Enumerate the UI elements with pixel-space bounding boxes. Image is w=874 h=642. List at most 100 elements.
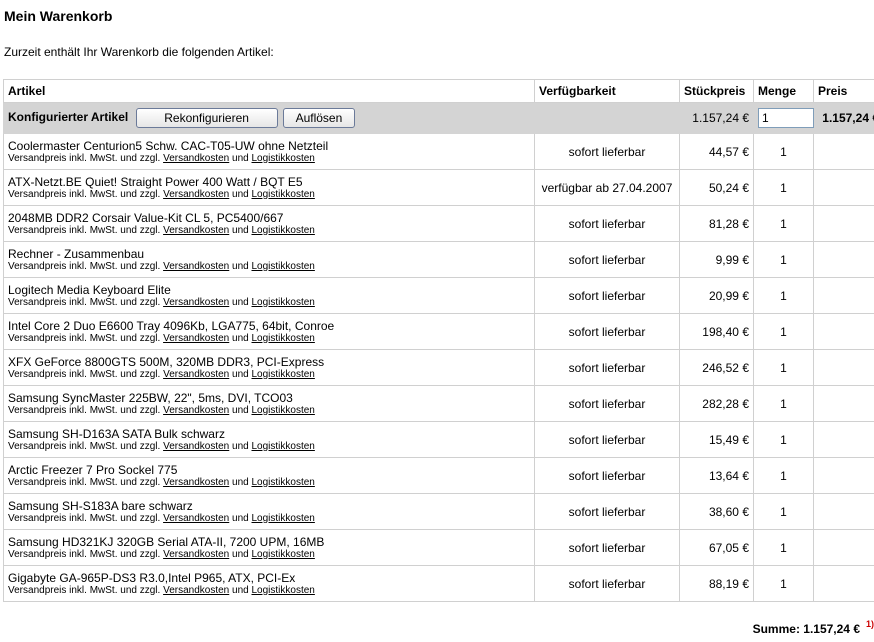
item-name: Samsung SH-S183A bare schwarz xyxy=(8,498,193,513)
logistics-costs-link[interactable]: Logistikkosten xyxy=(252,153,315,164)
note-and: und xyxy=(232,404,249,416)
item-name: Intel Core 2 Duo E6600 Tray 4096Kb, LGA7… xyxy=(8,318,335,333)
logistics-costs-link[interactable]: Logistikkosten xyxy=(252,297,315,308)
item-cell: Coolermaster Centurion5 Schw. CAC-T05-UW… xyxy=(3,133,535,170)
item-cell: Rechner - Zusammenbau Versandpreis inkl. … xyxy=(3,241,535,278)
item-name: Rechner - Zusammenbau xyxy=(8,246,145,261)
item-note: Versandpreis inkl. MwSt. und zzgl. Versa… xyxy=(8,153,530,165)
shipping-costs-link[interactable]: Versandkosten xyxy=(163,585,229,596)
item-availability: sofort lieferbar xyxy=(534,277,680,314)
item-unit-price: 20,99 € xyxy=(679,277,754,314)
header-quantity: Menge xyxy=(753,79,814,103)
shipping-costs-link[interactable]: Versandkosten xyxy=(163,369,229,380)
note-prefix: Versandpreis inkl. MwSt. und zzgl. xyxy=(8,260,161,272)
item-note: Versandpreis inkl. MwSt. und zzgl. Versa… xyxy=(8,513,530,525)
footnote-marker[interactable]: 1) xyxy=(866,619,874,629)
item-note: Versandpreis inkl. MwSt. und zzgl. Versa… xyxy=(8,405,530,417)
item-price xyxy=(813,313,874,350)
item-price xyxy=(813,205,874,242)
item-cell: 2048MB DDR2 Corsair Value-Kit CL 5, PC54… xyxy=(3,205,535,242)
header-unit-price: Stückpreis xyxy=(679,79,754,103)
quantity-input[interactable] xyxy=(758,108,814,128)
configured-quantity-cell xyxy=(753,102,814,134)
logistics-costs-link[interactable]: Logistikkosten xyxy=(252,513,315,524)
item-price xyxy=(813,457,874,494)
item-price xyxy=(813,421,874,458)
table-row: ATX-Netzt.BE Quiet! Straight Power 400 W… xyxy=(3,169,874,206)
note-and: und xyxy=(232,584,249,596)
logistics-costs-link[interactable]: Logistikkosten xyxy=(252,333,315,344)
item-unit-price: 38,60 € xyxy=(679,493,754,530)
logistics-costs-link[interactable]: Logistikkosten xyxy=(252,405,315,416)
configured-availability xyxy=(534,102,680,134)
logistics-costs-link[interactable]: Logistikkosten xyxy=(252,225,315,236)
shipping-costs-link[interactable]: Versandkosten xyxy=(163,441,229,452)
shipping-costs-link[interactable]: Versandkosten xyxy=(163,261,229,272)
page-title: Mein Warenkorb xyxy=(4,8,113,24)
item-quantity: 1 xyxy=(753,313,814,350)
reconfigure-button[interactable]: Rekonfigurieren xyxy=(135,108,278,128)
note-prefix: Versandpreis inkl. MwSt. und zzgl. xyxy=(8,440,161,452)
table-row: 2048MB DDR2 Corsair Value-Kit CL 5, PC54… xyxy=(3,205,874,242)
note-and: und xyxy=(232,260,249,272)
shipping-costs-link[interactable]: Versandkosten xyxy=(163,477,229,488)
logistics-costs-link[interactable]: Logistikkosten xyxy=(252,549,315,560)
item-unit-price: 13,64 € xyxy=(679,457,754,494)
shipping-costs-link[interactable]: Versandkosten xyxy=(163,549,229,560)
item-cell: Arctic Freezer 7 Pro Sockel 775 Versandpr… xyxy=(3,457,535,494)
item-availability: sofort lieferbar xyxy=(534,385,680,422)
note-and: und xyxy=(232,296,249,308)
item-price xyxy=(813,493,874,530)
logistics-costs-link[interactable]: Logistikkosten xyxy=(252,477,315,488)
note-and: und xyxy=(232,188,249,200)
item-name: Arctic Freezer 7 Pro Sockel 775 xyxy=(8,462,178,477)
logistics-costs-link[interactable]: Logistikkosten xyxy=(252,441,315,452)
shipping-costs-link[interactable]: Versandkosten xyxy=(163,225,229,236)
note-and: und xyxy=(232,368,249,380)
item-name: Samsung SyncMaster 225BW, 22", 5ms, DVI,… xyxy=(8,390,293,405)
item-note: Versandpreis inkl. MwSt. und zzgl. Versa… xyxy=(8,585,530,597)
item-cell: XFX GeForce 8800GTS 500M, 320MB DDR3, PC… xyxy=(3,349,535,386)
table-row: Samsung SyncMaster 225BW, 22", 5ms, DVI,… xyxy=(3,385,874,422)
item-price xyxy=(813,529,874,566)
dissolve-button[interactable]: Auflösen xyxy=(282,108,355,128)
item-cell: Intel Core 2 Duo E6600 Tray 4096Kb, LGA7… xyxy=(3,313,535,350)
cart-table: Artikel Verfügbarkeit Stückpreis Menge P… xyxy=(3,79,874,602)
table-row: Samsung SH-D163A SATA Bulk schwarz Versan… xyxy=(3,421,874,458)
logistics-costs-link[interactable]: Logistikkosten xyxy=(252,261,315,272)
item-unit-price: 15,49 € xyxy=(679,421,754,458)
logistics-costs-link[interactable]: Logistikkosten xyxy=(252,585,315,596)
item-quantity: 1 xyxy=(753,169,814,206)
item-quantity: 1 xyxy=(753,241,814,278)
item-availability: verfügbar ab 27.04.2007 xyxy=(534,169,680,206)
shipping-costs-link[interactable]: Versandkosten xyxy=(163,513,229,524)
item-unit-price: 9,99 € xyxy=(679,241,754,278)
item-price xyxy=(813,277,874,314)
item-availability: sofort lieferbar xyxy=(534,457,680,494)
summary-row: Summe: 1.157,24 € 1) xyxy=(0,619,874,642)
item-note: Versandpreis inkl. MwSt. und zzgl. Versa… xyxy=(8,297,530,309)
table-header-row: Artikel Verfügbarkeit Stückpreis Menge P… xyxy=(3,79,874,103)
item-availability: sofort lieferbar xyxy=(534,421,680,458)
configured-item-label: Konfigurierter Artikel xyxy=(8,110,129,125)
item-price xyxy=(813,169,874,206)
item-name: Samsung HD321KJ 320GB Serial ATA-II, 720… xyxy=(8,534,325,549)
shipping-costs-link[interactable]: Versandkosten xyxy=(163,297,229,308)
item-name: Coolermaster Centurion5 Schw. CAC-T05-UW… xyxy=(8,138,329,153)
note-and: und xyxy=(232,548,249,560)
logistics-costs-link[interactable]: Logistikkosten xyxy=(252,189,315,200)
item-quantity: 1 xyxy=(753,133,814,170)
note-prefix: Versandpreis inkl. MwSt. und zzgl. xyxy=(8,188,161,200)
item-unit-price: 282,28 € xyxy=(679,385,754,422)
item-quantity: 1 xyxy=(753,457,814,494)
shipping-costs-link[interactable]: Versandkosten xyxy=(163,153,229,164)
note-and: und xyxy=(232,332,249,344)
shipping-costs-link[interactable]: Versandkosten xyxy=(163,189,229,200)
note-prefix: Versandpreis inkl. MwSt. und zzgl. xyxy=(8,512,161,524)
shipping-costs-link[interactable]: Versandkosten xyxy=(163,405,229,416)
note-prefix: Versandpreis inkl. MwSt. und zzgl. xyxy=(8,368,161,380)
item-quantity: 1 xyxy=(753,349,814,386)
item-quantity: 1 xyxy=(753,277,814,314)
shipping-costs-link[interactable]: Versandkosten xyxy=(163,333,229,344)
logistics-costs-link[interactable]: Logistikkosten xyxy=(252,369,315,380)
